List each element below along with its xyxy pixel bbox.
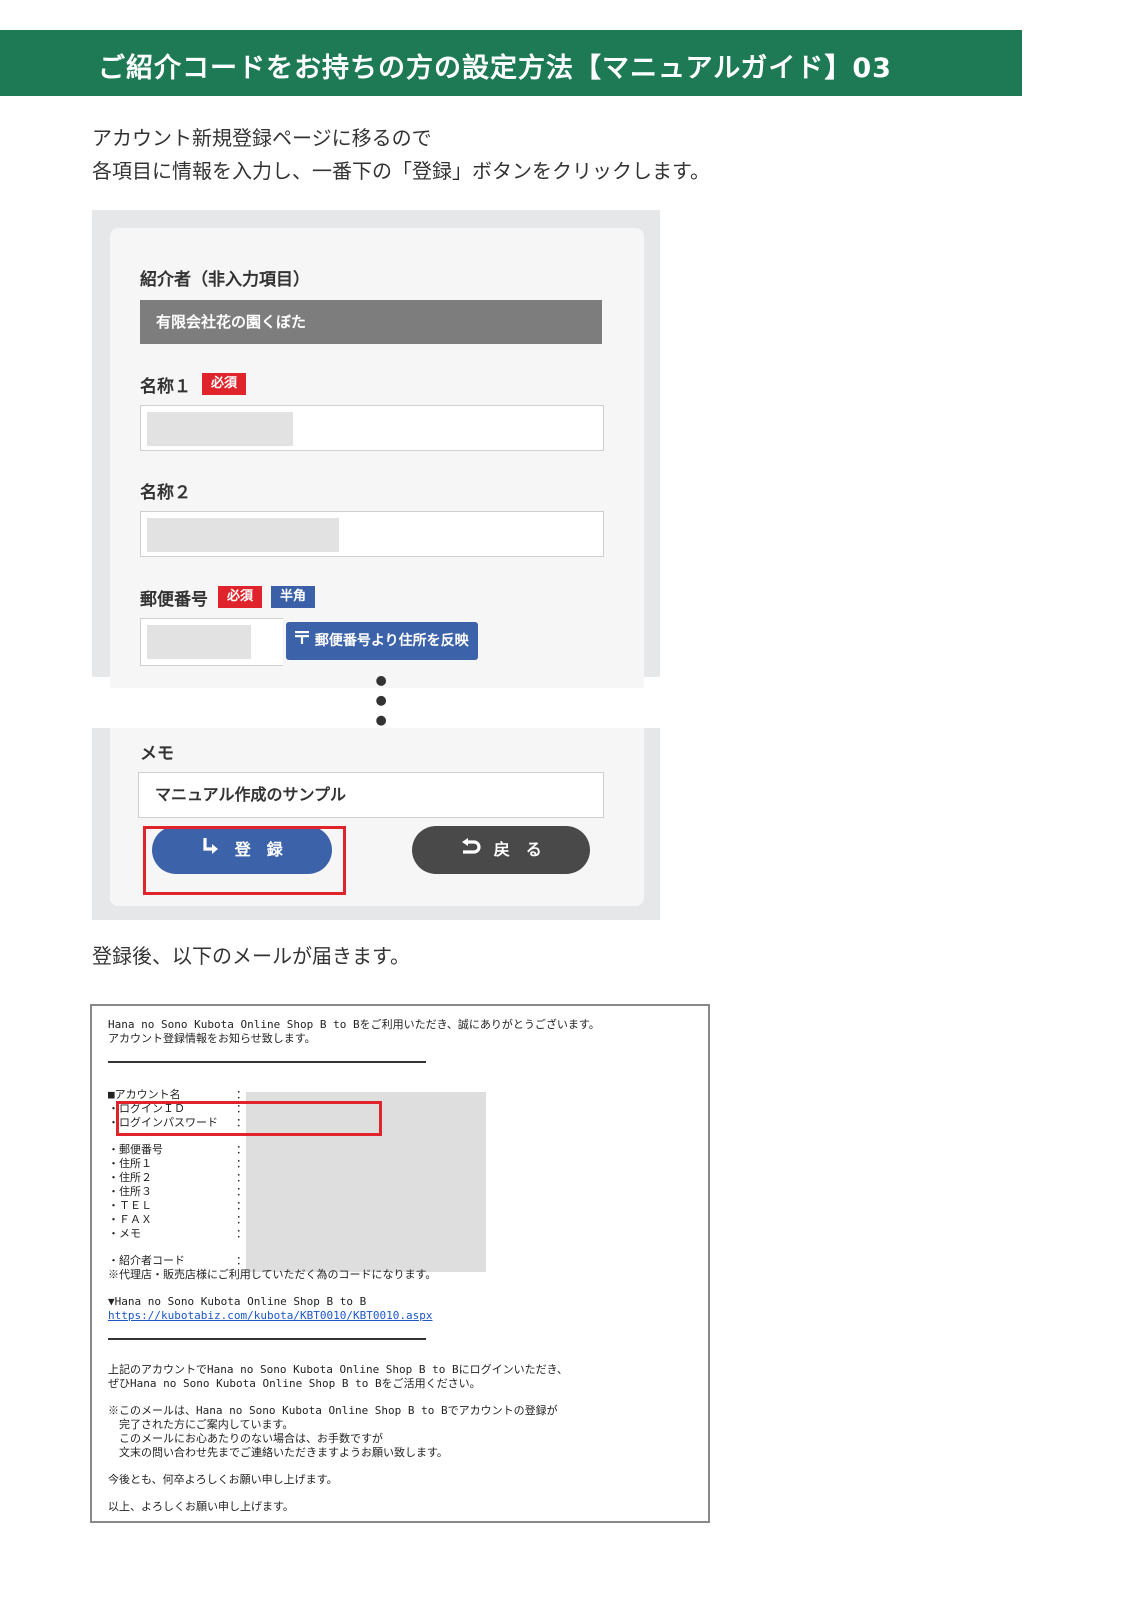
mail-shop-link[interactable]: https://kubotabiz.com/kubota/KBT0010/KBT… [108, 1309, 433, 1323]
mail-intro-1: Hana no Sono Kubota Online Shop B to Bをご… [108, 1018, 600, 1031]
postal-lookup-button[interactable]: 郵便番号より住所を反映 [286, 622, 478, 660]
mail-address1: ・住所１ [108, 1157, 152, 1170]
intro-text: アカウント新規登録ページに移るので 各項目に情報を入力し、一番下の「登録」ボタン… [92, 122, 710, 188]
referrer-field: 有限会社花の園くぼた [140, 300, 602, 344]
mail-postal: ・郵便番号 [108, 1143, 163, 1156]
mail-colon: ： [236, 1213, 247, 1226]
name1-label: 名称１ [140, 377, 191, 397]
mail-colon: ： [236, 1185, 247, 1198]
mail-address3: ・住所３ [108, 1185, 152, 1198]
postal-mark-icon [294, 622, 310, 660]
mail-colon: ： [236, 1088, 247, 1101]
mail-colon: ： [236, 1199, 247, 1212]
redacted-value [147, 625, 251, 659]
omitted-fields-ellipsis: ••• [364, 672, 397, 732]
mail-divider [108, 1338, 426, 1340]
mail-referral-note: ※代理店・販売店様にご利用していただく為のコードになります。 [108, 1268, 437, 1281]
page-title: ご紹介コードをお持ちの方の設定方法【マニュアルガイド】03 [98, 53, 892, 84]
mail-tel: ・ＴＥＬ [108, 1199, 152, 1212]
required-badge: 必須 [218, 586, 262, 608]
name2-input[interactable] [140, 511, 604, 557]
mail-account-name: ■アカウント名 [108, 1088, 181, 1101]
intro-line-2: 各項目に情報を入力し、一番下の「登録」ボタンをクリックします。 [92, 159, 710, 183]
confirmation-email: Hana no Sono Kubota Online Shop B to Bをご… [90, 1004, 710, 1523]
memo-input[interactable]: マニュアル作成のサンプル [138, 772, 604, 818]
mail-intro-2: アカウント登録情報をお知らせ致します。 [108, 1032, 316, 1045]
postal-input[interactable] [140, 618, 283, 666]
back-button[interactable]: 戻 る [412, 826, 590, 874]
redacted-value [147, 412, 293, 446]
mail-notice-3: このメールにお心あたりのない場合は、お手数ですが [108, 1432, 383, 1445]
halfwidth-badge: 半角 [271, 586, 315, 608]
mail-colon: ： [236, 1227, 247, 1240]
mail-colon: ： [236, 1171, 247, 1184]
intro-line-1: アカウント新規登録ページに移るので [92, 126, 432, 150]
return-arrow-icon [460, 827, 482, 875]
mail-divider [108, 1061, 426, 1063]
required-badge: 必須 [202, 373, 246, 395]
register-highlight-box [143, 826, 346, 895]
name1-input[interactable] [140, 405, 604, 451]
mail-notice-1: ※このメールは、Hana no Sono Kubota Online Shop … [108, 1404, 558, 1417]
mail-regards-2: 以上、よろしくお願い申し上げます。 [108, 1500, 294, 1513]
mail-colon: ： [236, 1143, 247, 1156]
mail-address2: ・住所２ [108, 1171, 152, 1184]
page-header: ご紹介コードをお持ちの方の設定方法【マニュアルガイド】03 [0, 30, 1022, 96]
mail-notice-2: 完了された方にご案内しています。 [108, 1418, 294, 1431]
mail-regards-1: 今後とも、何卒よろしくお願い申し上げます。 [108, 1473, 338, 1486]
mail-closing-1: 上記のアカウントでHana no Sono Kubota Online Shop… [108, 1363, 568, 1376]
referrer-label: 紹介者（非入力項目） [140, 270, 310, 290]
mail-memo: ・メモ [108, 1227, 141, 1240]
name2-label: 名称２ [140, 483, 191, 503]
memo-label: メモ [140, 744, 174, 764]
back-button-label: 戻 る [493, 840, 542, 859]
postal-label: 郵便番号 [140, 590, 208, 610]
login-credentials-highlight [116, 1101, 382, 1136]
mail-closing-2: ぜひHana no Sono Kubota Online Shop B to B… [108, 1377, 481, 1390]
mail-colon: ： [236, 1157, 247, 1170]
postal-lookup-label: 郵便番号より住所を反映 [314, 633, 469, 649]
mail-colon: ： [236, 1254, 247, 1267]
mail-shop-name: ▼Hana no Sono Kubota Online Shop B to B [108, 1295, 367, 1308]
redacted-value [147, 518, 339, 552]
mail-fax: ・ＦＡＸ [108, 1213, 152, 1226]
mail-notice-4: 文末の問い合わせ先までご連絡いただきますようお願い致します。 [108, 1446, 448, 1459]
after-register-text: 登録後、以下のメールが届きます。 [92, 944, 410, 968]
mail-referral-code: ・紹介者コード [108, 1254, 185, 1267]
